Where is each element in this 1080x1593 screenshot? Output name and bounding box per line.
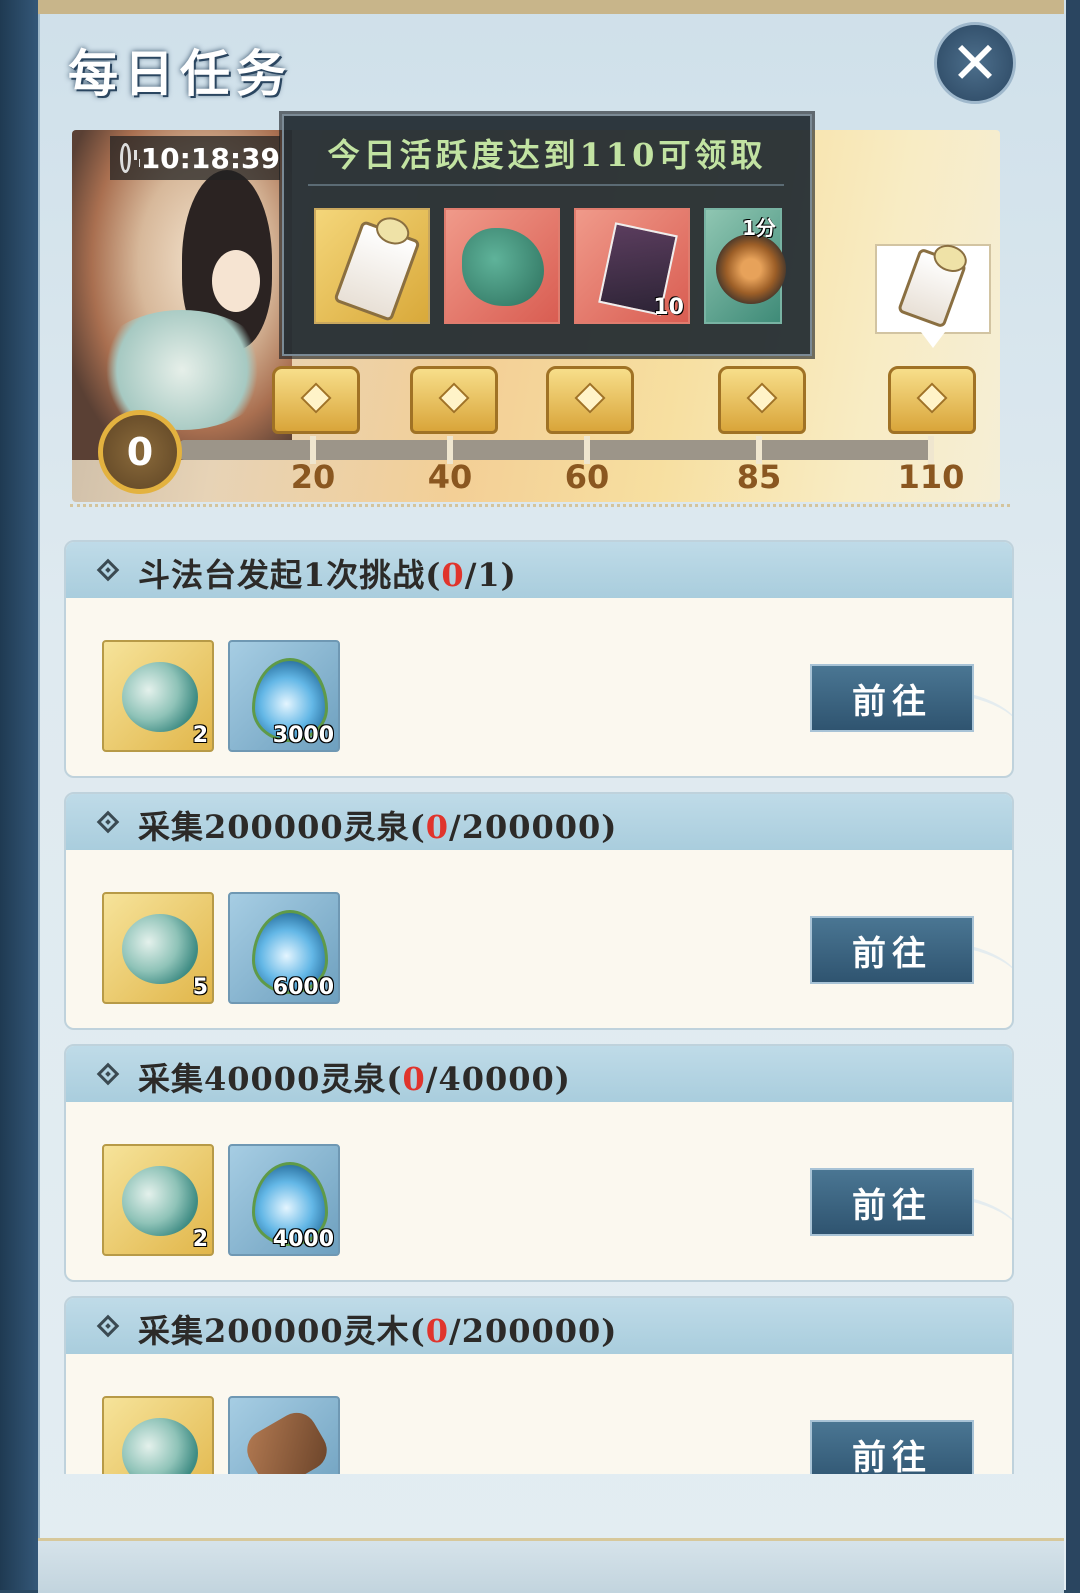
- task-reward[interactable]: 2: [102, 1144, 214, 1256]
- cloud-icon: [122, 1418, 198, 1474]
- diamond-icon: [96, 1062, 120, 1086]
- reward-quantity: 5: [192, 975, 208, 1000]
- reward-quantity: 6000: [272, 975, 334, 1000]
- task-title: 采集40000灵泉(0/40000): [138, 1054, 571, 1100]
- go-button[interactable]: 前往: [810, 664, 974, 732]
- close-button[interactable]: ✕: [934, 22, 1016, 104]
- chest-20[interactable]: [272, 366, 360, 434]
- task-list[interactable]: 斗法台发起1次挑战(0/1) 2 3000 前往 采集200000灵泉(0/20…: [40, 536, 1040, 1474]
- chest-60[interactable]: [546, 366, 634, 434]
- reward-tooltip: 今日活跃度达到110可领取 10 1分: [282, 114, 812, 356]
- chest-40[interactable]: [410, 366, 498, 434]
- task-reward[interactable]: 5: [102, 892, 214, 1004]
- milestone-label: 110: [897, 458, 965, 496]
- milestone-label: 20: [290, 458, 336, 496]
- task-title: 斗法台发起1次挑战(0/1): [138, 550, 517, 596]
- task-title: 采集200000灵泉(0/200000): [138, 802, 617, 848]
- diamond-icon: [96, 810, 120, 834]
- final-reward-preview[interactable]: [875, 244, 991, 348]
- task-title: 采集200000灵木(0/200000): [138, 1306, 617, 1352]
- task-progress-total: /200000): [449, 808, 618, 846]
- task-title-text: 斗法台发起1次挑战(: [138, 556, 442, 594]
- task-item: 采集200000灵木(0/200000) 前往: [64, 1296, 1014, 1474]
- task-header: 采集40000灵泉(0/40000): [66, 1046, 1012, 1102]
- art-scarf: [92, 310, 272, 430]
- reward-quantity: 3000: [272, 723, 334, 748]
- diamond-icon: [96, 558, 120, 582]
- task-title-text: 采集40000灵泉(: [138, 1060, 403, 1098]
- tooltip-reward[interactable]: 10: [574, 208, 690, 324]
- task-reward[interactable]: [102, 1396, 214, 1474]
- tooltip-reward[interactable]: [444, 208, 560, 324]
- reward-quantity: 4000: [272, 1227, 334, 1252]
- task-item: 采集200000灵泉(0/200000) 5 6000 前往: [64, 792, 1014, 1030]
- activity-score: 0: [98, 410, 182, 494]
- reset-timer: 10:18:39: [110, 136, 280, 180]
- reward-quantity: 2: [192, 723, 208, 748]
- art-face: [212, 250, 260, 312]
- coin-icon: [716, 234, 786, 304]
- panel-top-border: [38, 0, 1064, 14]
- tooltip-divider: [308, 184, 784, 186]
- tooltip-reward[interactable]: [314, 208, 430, 324]
- tooltip-title: 今日活跃度达到110可领取: [327, 136, 767, 174]
- task-title-text: 采集200000灵木(: [138, 1312, 426, 1350]
- close-icon: ✕: [950, 29, 1000, 97]
- task-progress-total: /1): [464, 556, 517, 594]
- task-item: 斗法台发起1次挑战(0/1) 2 3000 前往: [64, 540, 1014, 778]
- reward-quantity: 2: [192, 1227, 208, 1252]
- diamond-icon: [96, 1314, 120, 1338]
- divider: [70, 504, 1010, 509]
- task-progress-total: /200000): [449, 1312, 618, 1350]
- chest-85[interactable]: [718, 366, 806, 434]
- cloud-icon: [122, 914, 198, 984]
- task-reward[interactable]: [228, 1396, 340, 1474]
- task-progress-current: 0: [441, 556, 465, 594]
- scroll-icon: [333, 219, 421, 323]
- task-item: 采集40000灵泉(0/40000) 2 4000 前往: [64, 1044, 1014, 1282]
- task-title-text: 采集200000灵泉(: [138, 808, 426, 846]
- task-header: 采集200000灵木(0/200000): [66, 1298, 1012, 1354]
- task-progress-total: /40000): [425, 1060, 571, 1098]
- task-reward[interactable]: 3000: [228, 640, 340, 752]
- panel-bottom-border: [38, 1538, 1064, 1593]
- task-progress-current: 0: [402, 1060, 426, 1098]
- activity-progress-bar: [180, 440, 932, 460]
- scroll-icon: [896, 247, 968, 329]
- chest-110[interactable]: [888, 366, 976, 434]
- go-button[interactable]: 前往: [810, 1168, 974, 1236]
- task-reward[interactable]: 6000: [228, 892, 340, 1004]
- wood-log-icon: [239, 1405, 335, 1474]
- go-button[interactable]: 前往: [810, 916, 974, 984]
- background-left: [0, 0, 40, 1590]
- task-progress-current: 0: [425, 1312, 450, 1350]
- milestone-label: 60: [564, 458, 610, 496]
- milestone-label: 40: [427, 458, 473, 496]
- task-progress-current: 0: [425, 808, 450, 846]
- timer-text: 10:18:39: [140, 141, 280, 175]
- task-header: 斗法台发起1次挑战(0/1): [66, 542, 1012, 598]
- cloud-icon: [122, 1166, 198, 1236]
- page-title: 每日任务: [68, 44, 292, 103]
- reward-quantity: 10: [653, 295, 684, 320]
- milestone-label: 85: [736, 458, 782, 496]
- tooltip-reward[interactable]: 1分: [704, 208, 786, 324]
- task-reward[interactable]: 4000: [228, 1144, 340, 1256]
- task-header: 采集200000灵泉(0/200000): [66, 794, 1012, 850]
- clock-icon: [120, 143, 137, 173]
- reward-tag: 1分: [742, 216, 776, 240]
- go-button[interactable]: 前往: [810, 1420, 974, 1474]
- task-reward[interactable]: 2: [102, 640, 214, 752]
- jade-fragment-icon: [462, 228, 544, 306]
- cloud-icon: [122, 662, 198, 732]
